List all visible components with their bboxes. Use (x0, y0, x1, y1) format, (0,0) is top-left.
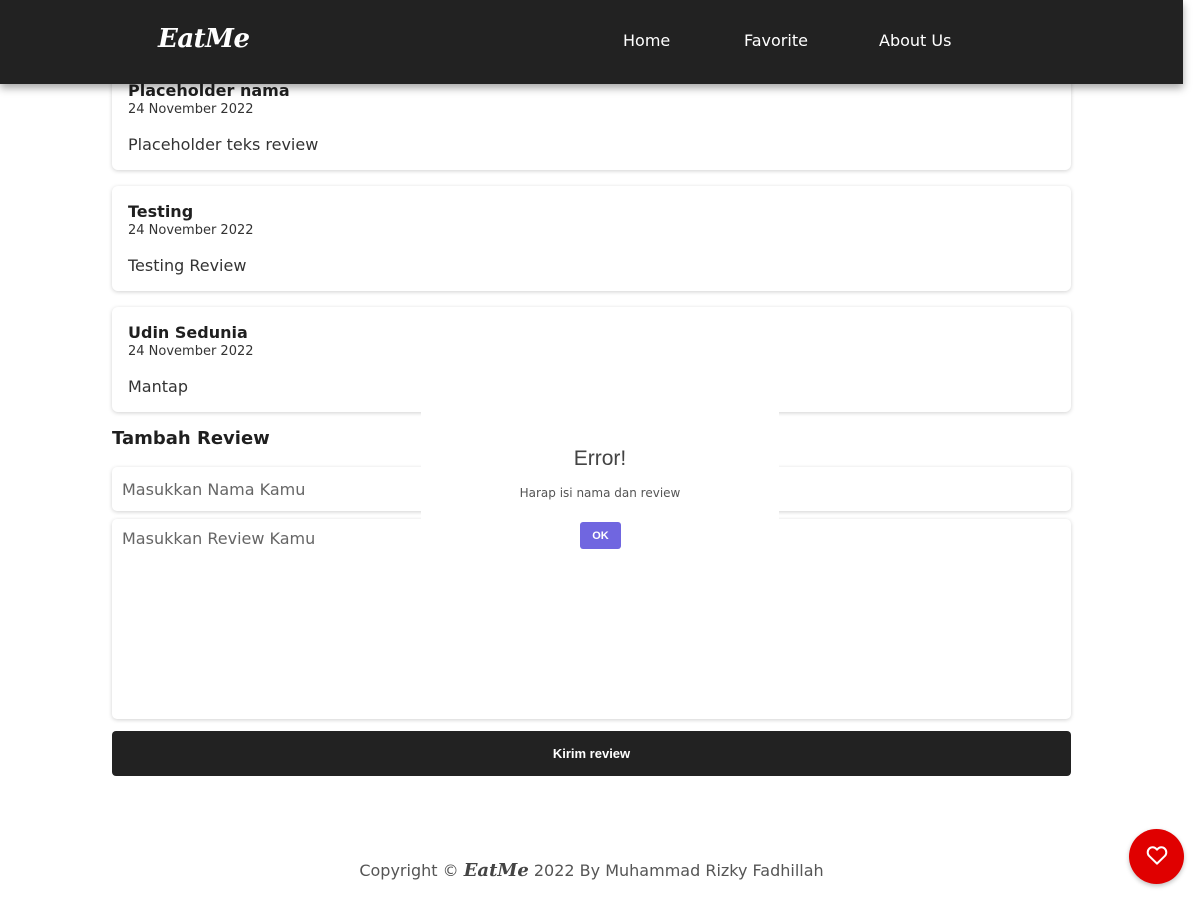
dialog-message: Harap isi nama dan review (519, 486, 681, 500)
review-text: Mantap (128, 377, 188, 396)
submit-review-button[interactable]: Kirim review (112, 731, 1071, 776)
page: EatMe Home Favorite About Us Placeholder… (0, 0, 1200, 900)
review-date: 24 November 2022 (128, 223, 254, 238)
copyright-suffix: 2022 By Muhammad Rizky Fadhillah (533, 861, 824, 880)
favorite-fab-button[interactable] (1129, 829, 1184, 884)
footer: Copyright © EatMe 2022 By Muhammad Rizky… (0, 860, 1183, 881)
copyright-prefix: Copyright © (359, 861, 459, 880)
nav-favorite[interactable]: Favorite (744, 31, 808, 50)
top-header: EatMe Home Favorite About Us (0, 0, 1183, 84)
review-date: 24 November 2022 (128, 344, 254, 359)
main-nav: Home Favorite About Us (0, 31, 1183, 55)
review-name: Udin Sedunia (128, 323, 248, 342)
dialog-ok-button[interactable]: OK (580, 522, 621, 549)
review-card: Udin Sedunia 24 November 2022 Mantap (112, 307, 1071, 412)
review-text: Placeholder teks review (128, 135, 319, 154)
nav-about-us[interactable]: About Us (879, 31, 951, 50)
nav-home[interactable]: Home (623, 31, 670, 50)
add-review-title: Tambah Review (112, 428, 270, 449)
review-date: 24 November 2022 (128, 102, 254, 117)
heart-icon (1146, 845, 1168, 868)
dialog-title: Error! (573, 447, 627, 470)
footer-brand: EatMe (463, 860, 529, 881)
error-dialog: Error! Harap isi nama dan review OK (421, 398, 779, 568)
review-name: Testing (128, 202, 194, 221)
review-card: Testing 24 November 2022 Testing Review (112, 186, 1071, 291)
review-text: Testing Review (128, 256, 247, 275)
